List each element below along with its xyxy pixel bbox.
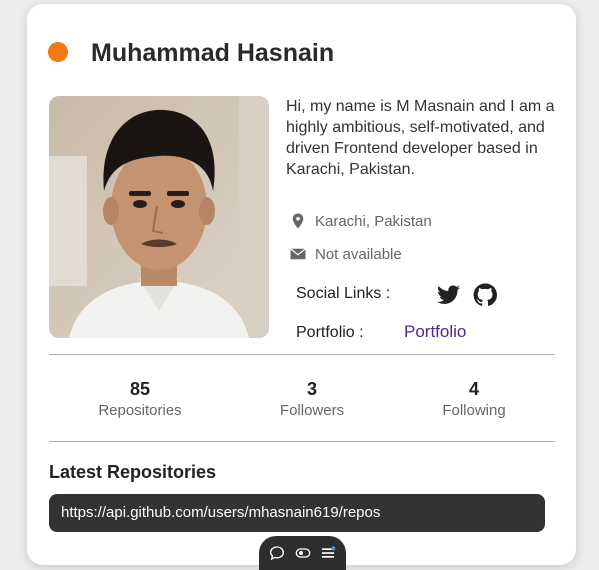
stat-followers: 3 Followers [232,378,392,419]
envelope-icon [290,248,306,260]
status-dot [48,42,68,62]
stat-value: 4 [468,379,479,399]
toggle-icon[interactable] [295,545,311,561]
comment-icon[interactable] [269,545,285,561]
email-row: Not available [289,245,402,263]
avatar [49,96,269,338]
portfolio-label: Portfolio : [296,324,364,341]
latest-repositories-title: Latest Repositories [49,462,217,482]
bio-text: Hi, my name is M Masnain and I am a high… [286,98,555,178]
profile-card: Muhammad Hasnain Hi, my name is M Masnai… [27,4,576,565]
location-text: Karachi, Pakistan [315,212,432,230]
map-pin-icon [292,213,304,229]
profile-name: Muhammad Hasnain [91,39,335,67]
stat-following: 4 Following [394,378,554,419]
menu-list-icon[interactable] [320,545,336,561]
location-row: Karachi, Pakistan [289,212,432,230]
stat-value: 3 [306,379,317,399]
divider [49,441,555,442]
twitter-icon[interactable] [437,283,461,307]
social-icons [437,283,497,307]
portfolio-link[interactable]: Portfolio [404,322,466,342]
stat-repositories: 85 Repositories [60,378,220,419]
stat-value: 85 [129,379,151,399]
social-links-label: Social Links : [296,285,391,302]
email-text: Not available [315,245,402,263]
repos-url-link[interactable]: https://api.github.com/users/mhasnain619… [49,494,545,532]
stat-label: Repositories [98,402,182,419]
stat-label: Followers [279,402,345,419]
floating-toolbar [259,536,346,570]
github-icon[interactable] [473,283,497,307]
divider [49,354,555,355]
stat-label: Following [442,402,506,419]
